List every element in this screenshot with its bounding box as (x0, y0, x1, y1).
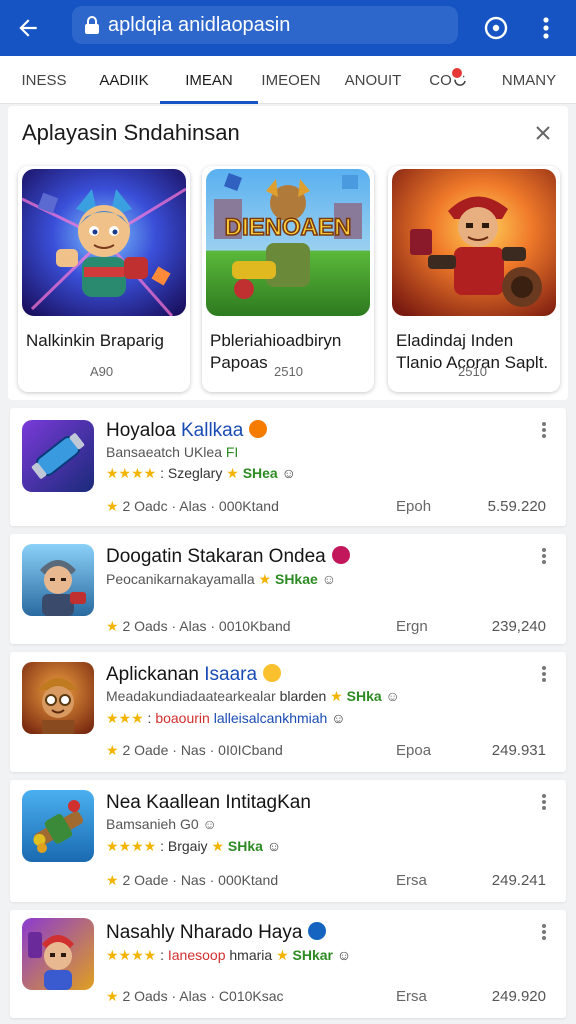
recommended-app-price: 2510 (458, 364, 487, 379)
tab-iness[interactable]: INESS (8, 56, 80, 104)
verified-badge-icon (331, 546, 350, 564)
star-icon: ★ (106, 618, 119, 634)
recommendations-title: Aplayasin Sndahinsan (22, 120, 240, 145)
top-app-bar: apldqia anidlaopasin (0, 0, 576, 56)
emoji-icon: ☺ (281, 465, 296, 481)
more-vert-icon[interactable] (536, 546, 552, 566)
app-rating: ★★★★ : Ianesoop hmaria ★ SHkar ☺ (106, 947, 352, 963)
more-vert-icon[interactable] (536, 922, 552, 942)
app-list-item[interactable]: Doogatin Stakaran Ondea Peocanikarnakaya… (10, 534, 566, 644)
compass-icon (484, 16, 508, 40)
app-downloads: 249.931 (491, 742, 546, 759)
app-developer: Bamsanieh G0 ☺ (106, 816, 217, 832)
recommendations-card: Aplayasin Sndahinsan Nalkinkin Braparig … (8, 106, 568, 400)
back-arrow-icon (19, 19, 37, 37)
app-meta: ★ 2 Oads · Alas · 0010Kband (106, 618, 291, 634)
app-title: Aplickanan Isaara (106, 664, 282, 686)
tab-imeoen[interactable]: IMEOEN (258, 56, 324, 104)
compass-button[interactable] (476, 8, 516, 48)
rating-stars-icon: ★★★ (106, 710, 144, 726)
app-category: Ersa (396, 988, 427, 1005)
verified-badge-icon (249, 420, 268, 438)
app-icon (22, 544, 94, 616)
app-list-item[interactable]: Hoyaloa Kallkaa Bansaeatch UKlea FI ★★★★… (10, 408, 566, 526)
app-icon (22, 662, 94, 734)
star-icon: ★ (106, 988, 119, 1004)
app-list-item[interactable]: Nea Kaallean IntitagKan Bamsanieh G0 ☺ ★… (10, 780, 566, 902)
app-developer: Bansaeatch UKlea FI (106, 444, 239, 460)
more-vert-icon[interactable] (536, 792, 552, 812)
category-tabs: INESS AADIIK IMEAN IMEOEN ANOUIT CO NMAN… (0, 56, 576, 104)
rating-stars-icon: ★★★★ (106, 947, 157, 963)
rating-stars-icon: ★★★★ (106, 465, 157, 481)
emoji-icon: ☺ (331, 710, 346, 726)
tab-anouit[interactable]: ANOUIT (334, 56, 412, 104)
star-icon: ★ (106, 742, 119, 758)
more-vert-icon (543, 17, 549, 39)
recommended-app-price: A90 (90, 364, 114, 379)
tab-imean[interactable]: IMEAN (160, 56, 258, 104)
app-developer: Meadakundiadaatearkealar blarden ★ SHka … (106, 688, 400, 704)
app-icon (22, 918, 94, 990)
app-meta: ★ 2 Oadc · Alas · 000Ktand (106, 498, 279, 514)
game-artwork: DIENOAEN (206, 169, 370, 316)
emoji-icon: ☺ (321, 571, 336, 587)
tab-co-label: CO (429, 71, 452, 89)
active-tab-indicator (160, 101, 258, 104)
rating-stars-icon: ★★★★ (106, 838, 157, 854)
app-category: Ergn (396, 618, 428, 635)
recommended-app-card[interactable]: DIENOAEN Pbleriahioadbiryn Papoas 2510 (202, 166, 374, 392)
app-downloads: 249.920 (491, 988, 546, 1005)
app-developer: Peocanikarnakayamalla ★ SHkae ☺ (106, 571, 336, 587)
app-meta: ★ 2 Oads · Alas · C010Ksac (106, 988, 284, 1004)
close-icon[interactable] (530, 120, 556, 146)
app-meta: ★ 2 Oade · Nas · 000Ktand (106, 872, 279, 888)
address-bar[interactable]: apldqia anidlaopasin (72, 6, 458, 44)
app-downloads: 249.241 (491, 872, 546, 889)
more-vert-icon[interactable] (536, 664, 552, 684)
recommended-app-card[interactable]: Nalkinkin Braparig A90 (18, 166, 190, 392)
game-banner-text: DIENOAEN (225, 214, 352, 241)
app-list-item[interactable]: Aplickanan Isaara Meadakundiadaatearkeal… (10, 652, 566, 772)
tab-nmany[interactable]: NMANY (490, 56, 568, 104)
app-downloads: 239,240 (491, 618, 546, 635)
back-button[interactable] (0, 0, 56, 56)
app-title: Doogatin Stakaran Ondea (106, 546, 350, 568)
app-title: Nasahly Nharado Haya (106, 922, 327, 944)
app-category: Epoh (396, 498, 432, 515)
emoji-icon: ☺ (266, 838, 282, 854)
app-category: Epoa (396, 742, 432, 759)
app-icon (22, 420, 94, 492)
app-meta: ★ 2 Oade · Nas · 0I0ICband (106, 742, 283, 758)
recommended-app-card[interactable]: Eladindaj Inden Tlanio Acoran Saplt. 251… (388, 166, 560, 392)
app-rating: ★★★★ : Brgaiy ★ SHka ☺ (106, 838, 282, 854)
more-options-button[interactable] (526, 8, 566, 48)
more-vert-icon[interactable] (536, 420, 552, 440)
emoji-icon: ☺ (336, 947, 352, 963)
emoji-icon: ☺ (202, 816, 217, 832)
app-list-item[interactable]: Nasahly Nharado Haya ★★★★ : Ianesoop hma… (10, 910, 566, 1018)
tab-aadiik[interactable]: AADIIK (86, 56, 162, 104)
notification-dot (450, 66, 464, 80)
recommended-app-price: 2510 (274, 364, 303, 379)
star-icon: ★ (106, 872, 119, 888)
recommended-app-name: Nalkinkin Braparig (26, 331, 164, 350)
app-rating: ★★★★ : Szeglary ★ SHea ☺ (106, 465, 296, 481)
star-icon: ★ (106, 498, 119, 514)
address-text: apldqia anidlaopasin (108, 13, 291, 36)
emoji-icon: ☺ (385, 688, 400, 704)
game-artwork (392, 169, 556, 316)
app-title: Hoyaloa Kallkaa (106, 420, 268, 442)
app-category: Ersa (396, 872, 427, 889)
app-downloads: 5.59.220 (487, 498, 546, 515)
tab-co[interactable]: CO (424, 56, 472, 104)
app-title: Nea Kaallean IntitagKan (106, 792, 311, 813)
app-icon (22, 790, 94, 862)
app-tagline: ★★★ : boaourin lalleisalcankhmiah ☺ (106, 710, 346, 726)
verified-badge-icon (308, 922, 327, 940)
game-artwork (22, 169, 186, 316)
lock-icon (85, 16, 99, 34)
verified-badge-icon (263, 664, 282, 682)
